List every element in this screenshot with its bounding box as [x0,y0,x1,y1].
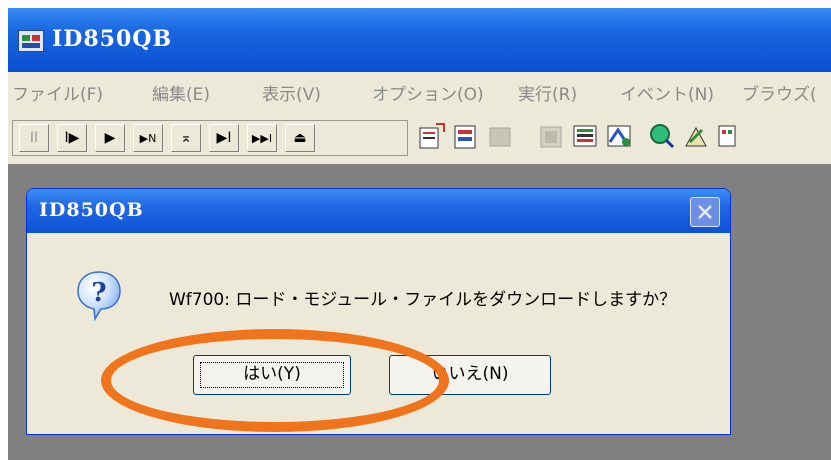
dialog-title: ID850QB [39,199,144,221]
menu-bar: ファイル(F) 編集(E) 表示(V) オプション(O) 実行(R) イベント(… [8,72,831,112]
run-button[interactable]: ▶ [95,124,125,152]
trace-icon[interactable] [606,122,634,150]
menu-options[interactable]: オプション(O) [372,80,484,105]
menu-file[interactable]: ファイル(F) [12,80,103,105]
app-titlebar: ID850QB [8,8,831,72]
step-over-icon: ▶I [216,130,232,146]
return-icon: ▶▶I [251,132,273,145]
no-button-label: いいえ(N) [431,364,509,384]
eject-button[interactable]: ⏏ [285,124,315,152]
menu-browse[interactable]: ブラウズ( [742,80,817,105]
search-icon[interactable] [648,122,676,150]
menu-run[interactable]: 実行(R) [518,80,577,105]
eject-icon: ⏏ [293,130,307,146]
edit-icon[interactable] [682,122,710,150]
step-icon: I▶ [64,130,80,146]
load-icon[interactable] [452,122,480,150]
close-icon [698,205,712,219]
yes-button[interactable]: はい(Y) [193,355,351,395]
pause-icon: II [29,130,39,146]
run-to-n-button[interactable]: ▶N [133,124,163,152]
app-title: ID850QB [52,26,173,52]
run-to-n-icon: ▶N [139,132,157,145]
reset-button[interactable]: ⌅ [171,124,201,152]
question-icon: ? [75,269,123,322]
step-button[interactable]: I▶ [57,124,87,152]
transport-toolbar: II I▶ ▶ ▶N ⌅ ▶I ▶▶I ⏏ [12,120,408,156]
menu-event[interactable]: イベント(N) [620,80,714,105]
memory-icon[interactable] [538,122,566,150]
confirm-dialog: ID850QB ? Wf700: ロード・モジュール・ファイルをダウンロードしま… [26,188,731,435]
focus-rect [200,362,344,388]
dialog-titlebar: ID850QB [27,189,730,233]
dialog-message: Wf700: ロード・モジュール・ファイルをダウンロードしますか？ [169,290,677,310]
app-icon [18,30,44,52]
return-button[interactable]: ▶▶I [247,124,277,152]
menu-view[interactable]: 表示(V) [262,80,321,105]
menu-edit[interactable]: 編集(E) [152,80,210,105]
unload-icon[interactable] [486,122,514,150]
grid-icon[interactable] [716,122,744,150]
register-icon[interactable] [572,122,600,150]
reset-icon: ⌅ [180,130,192,146]
download-icon[interactable] [418,122,446,150]
step-over-button[interactable]: ▶I [209,124,239,152]
run-icon: ▶ [104,130,116,146]
svg-text:?: ? [91,278,106,308]
no-button[interactable]: いいえ(N) [389,355,551,395]
close-button[interactable] [690,197,720,227]
pause-button[interactable]: II [19,124,49,152]
toolbar: II I▶ ▶ ▶N ⌅ ▶I ▶▶I ⏏ [8,112,831,164]
